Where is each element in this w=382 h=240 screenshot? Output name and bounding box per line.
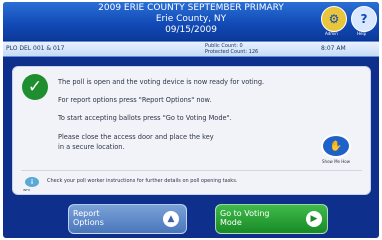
message-line-secure: in a secure location.	[58, 143, 125, 151]
success-check-icon: ✓	[22, 74, 48, 100]
precinct-name: PLO DEL 001 & 017	[6, 45, 65, 52]
voting-mode-arrow-icon: ▶	[306, 211, 322, 227]
message-line-close-door: Please close the access door and place t…	[58, 133, 214, 141]
message-line-ready: The poll is open and the voting device i…	[58, 78, 265, 86]
election-header: 2009 ERIE COUNTY SEPTEMBER PRIMARY Erie …	[3, 2, 379, 40]
help-label: Help	[357, 31, 367, 36]
show-me-how-icon: ✋	[321, 134, 351, 158]
message-line-voting: To start accepting ballots press "Go to …	[58, 114, 232, 122]
help-question-icon[interactable]: ?	[351, 6, 377, 32]
info-instructions: Check your poll worker instructions for …	[47, 178, 238, 184]
report-options-label-line2: Options	[73, 218, 104, 227]
report-options-arrow-icon: ▲	[163, 211, 179, 227]
message-line-report: For report options press "Report Options…	[58, 96, 212, 104]
show-me-how-button[interactable]: ✋ Show Me How	[313, 134, 359, 164]
show-me-how-label: Show Me How	[322, 159, 350, 164]
report-options-label-line1: Report	[73, 209, 100, 218]
panel-divider	[21, 170, 362, 171]
ballot-counts: Public Count: 0 Protected Count: 126	[205, 43, 258, 55]
info-icon[interactable]: i	[25, 177, 39, 187]
voting-machine-screen: 2009 ERIE COUNTY SEPTEMBER PRIMARY Erie …	[3, 2, 379, 238]
protected-count: Protected Count: 126	[205, 49, 259, 55]
status-bar: PLO DEL 001 & 017 Public Count: 0 Protec…	[3, 41, 379, 57]
report-options-label: Report Options	[73, 209, 104, 227]
clock-time: 8:07 AM	[321, 45, 346, 52]
voting-mode-label-line1: Go to Voting	[220, 209, 270, 218]
poll-open-message-panel: ✓ The poll is open and the voting device…	[12, 66, 371, 195]
admin-gear-icon[interactable]: ⚙	[321, 6, 347, 32]
report-options-button[interactable]: Report Options ▲	[68, 204, 187, 234]
voting-mode-label: Go to Voting Mode	[220, 209, 269, 227]
voting-mode-label-line2: Mode	[220, 218, 242, 227]
info-icon-caption: INFO	[23, 188, 31, 192]
go-to-voting-mode-button[interactable]: Go to Voting Mode ▶	[215, 204, 328, 234]
admin-label: Admin	[325, 31, 338, 36]
